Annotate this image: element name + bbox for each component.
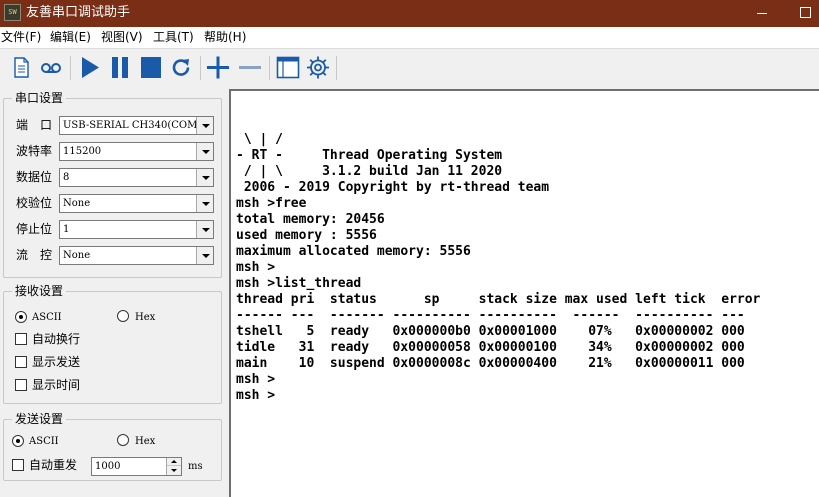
terminal-line: - RT - Thread Operating System [236, 148, 503, 163]
send-settings-title: 发送设置 [12, 412, 67, 427]
menu-edit[interactable]: 编辑(E) [50, 30, 91, 45]
stop-bits-label: 停止位 [16, 222, 53, 236]
chevron-down-icon[interactable] [196, 221, 213, 238]
show-send-checkbox[interactable] [15, 356, 27, 368]
terminal-line: tidle 31 ready 0x00000058 0x00000100 34%… [236, 340, 745, 355]
show-time-label: 显示时间 [32, 378, 81, 392]
terminal-line: maximum allocated memory: 5556 [236, 244, 471, 259]
spin-up-icon[interactable] [167, 458, 181, 466]
terminal-line: ------ --- ------- ---------- ----------… [236, 308, 745, 323]
auto-resend-checkbox[interactable] [12, 459, 24, 471]
show-time-checkbox[interactable] [15, 379, 27, 391]
menu-view[interactable]: 视图(V) [101, 30, 143, 45]
flow-select[interactable]: None [59, 246, 214, 265]
stop-bits-value: 1 [63, 224, 70, 235]
receive-settings-title: 接收设置 [12, 284, 67, 299]
menu-tools[interactable]: 工具(T) [153, 30, 194, 45]
cassette-icon[interactable] [38, 54, 64, 81]
terminal-line: used memory : 5556 [236, 228, 377, 243]
resend-interval-input[interactable]: 1000 [91, 457, 182, 476]
receive-ascii-label: ASCII [32, 312, 62, 323]
chevron-down-icon[interactable] [196, 169, 213, 186]
data-bits-label: 数据位 [16, 170, 53, 184]
terminal-line: \ | / [236, 132, 283, 147]
document-icon[interactable] [8, 54, 34, 81]
serial-settings-title: 串口设置 [12, 91, 67, 106]
port-value: USB-SERIAL CH340(COM4) [63, 120, 196, 131]
terminal-line: msh > [236, 260, 276, 275]
show-send-label: 显示发送 [32, 355, 81, 369]
terminal-line: 2006 - 2019 Copyright by rt-thread team [236, 180, 550, 195]
menu-help[interactable]: 帮助(H) [204, 30, 246, 45]
terminal-line: thread pri status sp stack size max used… [236, 292, 761, 307]
receive-ascii-radio[interactable] [15, 311, 27, 323]
port-select[interactable]: USB-SERIAL CH340(COM4) [59, 116, 214, 135]
send-hex-radio[interactable] [117, 434, 129, 446]
window-icon[interactable] [275, 54, 301, 81]
serial-settings-group: 串口设置 端 口 USB-SERIAL CH340(COM4) 波特率 1152… [3, 91, 222, 278]
menu-bar: 文件(F) 编辑(E) 视图(V) 工具(T) 帮助(H) [0, 27, 819, 48]
resend-interval-value: 1000 [95, 461, 121, 472]
spin-down-icon[interactable] [167, 466, 181, 475]
chevron-down-icon[interactable] [196, 117, 213, 134]
receive-hex-radio[interactable] [117, 310, 129, 322]
terminal-line: msh >free [236, 196, 307, 211]
terminal-output: \ | / - RT - Thread Operating System / | … [236, 116, 760, 436]
terminal-line: tshell 5 ready 0x000000b0 0x00001000 07%… [236, 324, 745, 339]
send-settings-group: 发送设置 ASCII Hex 自动重发 1000 ms [3, 412, 222, 481]
data-bits-select[interactable]: 8 [59, 168, 214, 187]
play-icon[interactable] [77, 54, 103, 81]
maximize-icon[interactable] [790, 0, 819, 27]
flow-value: None [63, 250, 91, 261]
parity-select[interactable]: None [59, 194, 214, 213]
toolbar [0, 48, 819, 85]
interval-unit: ms [188, 461, 203, 472]
terminal-line: / | \ 3.1.2 build Jan 11 2020 [236, 164, 503, 179]
auto-newline-label: 自动换行 [32, 332, 81, 346]
send-hex-label: Hex [135, 436, 156, 447]
auto-resend-label: 自动重发 [29, 458, 78, 472]
auto-newline-checkbox[interactable] [15, 333, 27, 345]
flow-label: 流 控 [16, 248, 53, 262]
settings-panel: 串口设置 端 口 USB-SERIAL CH340(COM4) 波特率 1152… [0, 86, 226, 497]
stop-icon[interactable] [138, 54, 164, 81]
receive-terminal[interactable]: \ | / - RT - Thread Operating System / | … [229, 89, 819, 497]
terminal-line: msh >list_thread [236, 276, 362, 291]
receive-hex-label: Hex [135, 312, 156, 323]
terminal-line: msh > [236, 372, 276, 387]
parity-label: 校验位 [16, 196, 53, 210]
receive-settings-group: 接收设置 ASCII Hex 自动换行 显示发送 显示时间 [3, 284, 222, 404]
refresh-icon[interactable] [168, 54, 194, 81]
interval-spinner [166, 458, 181, 475]
data-bits-value: 8 [63, 172, 70, 183]
baud-select[interactable]: 115200 [59, 142, 214, 161]
chevron-down-icon[interactable] [196, 195, 213, 212]
plus-icon[interactable] [205, 54, 231, 81]
minus-icon[interactable] [237, 54, 263, 81]
menu-file[interactable]: 文件(F) [1, 30, 41, 45]
send-ascii-radio[interactable] [12, 435, 24, 447]
minimize-icon[interactable] [748, 0, 778, 27]
terminal-line: main 10 suspend 0x0000008c 0x00000400 21… [236, 356, 745, 371]
terminal-line: total memory: 20456 [236, 212, 385, 227]
baud-label: 波特率 [16, 144, 53, 158]
stop-bits-select[interactable]: 1 [59, 220, 214, 239]
send-ascii-label: ASCII [29, 436, 59, 447]
app-icon: SW [4, 4, 21, 21]
gear-icon[interactable] [305, 54, 331, 81]
port-label: 端 口 [16, 118, 53, 132]
terminal-line: msh > [236, 388, 276, 403]
chevron-down-icon[interactable] [196, 247, 213, 264]
chevron-down-icon[interactable] [196, 143, 213, 160]
window-title: 友善串口调试助手 [26, 5, 131, 20]
parity-value: None [63, 198, 91, 209]
title-bar[interactable]: SW 友善串口调试助手 [0, 0, 819, 27]
pause-icon[interactable] [107, 54, 133, 81]
baud-value: 115200 [63, 146, 102, 157]
